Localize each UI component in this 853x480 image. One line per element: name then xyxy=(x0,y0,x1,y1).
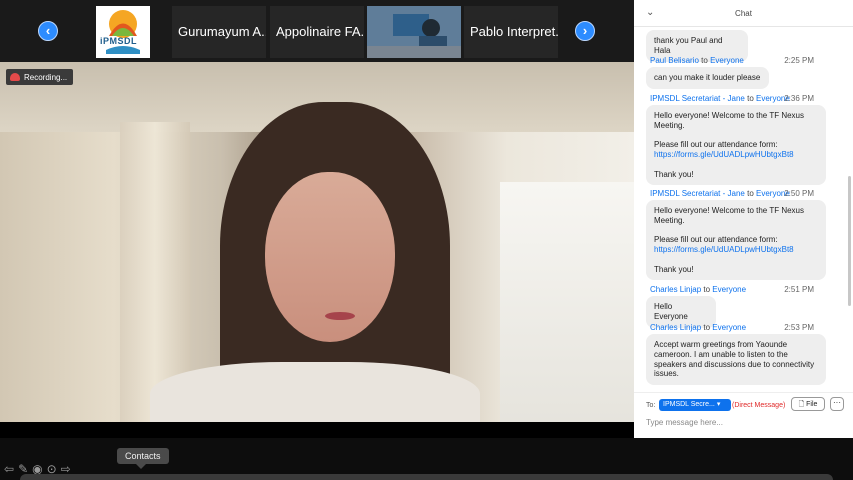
active-speaker-video: Recording... xyxy=(0,62,634,422)
participant-tile[interactable]: Gurumayum A... xyxy=(172,6,266,58)
message-text: Thank you! xyxy=(654,264,694,274)
chat-message-input[interactable] xyxy=(646,415,836,429)
message-sender[interactable]: Charles Linjap xyxy=(650,323,701,332)
file-button[interactable]: 🗋 File xyxy=(791,397,825,411)
participant-tile-logo[interactable]: iPMSDL xyxy=(96,6,150,58)
chat-message-meta: Charles Linjap to Everyone xyxy=(650,285,746,294)
participant-name: Appolinaire FA... xyxy=(276,24,364,39)
speaker-lips xyxy=(325,312,355,320)
participant-tile[interactable]: Appolinaire FA... xyxy=(270,6,364,58)
message-to: to xyxy=(747,94,754,103)
message-timestamp: 2:36 PM xyxy=(784,94,814,103)
video-background-window xyxy=(500,182,634,422)
ellipsis-icon: ··· xyxy=(833,398,841,407)
caret-down-icon: ▾ xyxy=(716,401,721,408)
chat-panel: ⌄ Chat thank you Paul and Hala Paul Beli… xyxy=(634,0,853,438)
application-dock[interactable] xyxy=(20,474,833,480)
message-sender[interactable]: IPMSDL Secretariat - Jane xyxy=(650,94,745,103)
contacts-tooltip: Contacts xyxy=(117,448,169,464)
recording-label: Recording... xyxy=(24,72,68,82)
bottom-bar: ⇦ ✎ ◉ ⊙ ⇨ Contacts xyxy=(0,438,853,480)
next-page-button[interactable]: › xyxy=(575,21,595,41)
speaker-body xyxy=(150,362,480,422)
chat-message-list[interactable]: thank you Paul and Hala Paul Belisario t… xyxy=(634,26,853,391)
chat-message-bubble: Hello everyone! Welcome to the TF Nexus … xyxy=(646,200,826,280)
message-timestamp: 2:51 PM xyxy=(784,285,814,294)
recipient-value: IPMSDL Secre... xyxy=(663,401,715,408)
message-recipient: Everyone xyxy=(710,56,744,65)
more-options-button[interactable]: ··· xyxy=(830,397,844,411)
logo-text: iPMSDL xyxy=(100,36,138,46)
message-text: Thank you! xyxy=(654,169,694,179)
message-recipient: Everyone xyxy=(712,323,747,332)
message-recipient: Everyone xyxy=(712,285,747,294)
chat-message-bubble: Accept warm greetings from Yaounde camer… xyxy=(646,334,826,385)
participant-strip: ‹ iPMSDL Gurumayum A... Appolinaire FA..… xyxy=(0,0,634,62)
tooltip-arrow xyxy=(136,464,146,469)
file-button-label: File xyxy=(806,401,818,408)
chat-message-bubble: Hello everyone! Welcome to the TF Nexus … xyxy=(646,105,826,185)
message-sender[interactable]: IPMSDL Secretariat - Jane xyxy=(650,189,745,198)
cloud-record-icon xyxy=(10,73,20,81)
recipient-dropdown[interactable]: IPMSDL Secre... ▾ xyxy=(659,399,731,411)
participant-tile[interactable]: Pablo Interpret... xyxy=(464,6,558,58)
chat-message-meta: IPMSDL Secretariat - Jane to Everyone xyxy=(650,189,790,198)
chat-message-meta: IPMSDL Secretariat - Jane to Everyone xyxy=(650,94,790,103)
direct-message-label: (Direct Message) xyxy=(732,402,786,409)
back-arrow-icon[interactable]: ⇦ xyxy=(4,462,14,476)
file-icon: 🗋 xyxy=(798,401,805,408)
video-footer-bar xyxy=(0,422,634,438)
message-to: to xyxy=(747,189,754,198)
message-to: to xyxy=(703,285,711,294)
message-timestamp: 2:25 PM xyxy=(784,56,814,65)
participant-tile-video[interactable] xyxy=(367,6,461,58)
recording-indicator[interactable]: Recording... xyxy=(6,69,74,85)
attendance-form-link[interactable]: https://forms.gle/UdUADLpwHUbtgxBt8 xyxy=(654,245,794,254)
chat-title: Chat xyxy=(735,9,752,18)
participant-video-thumbnail xyxy=(367,6,461,58)
chat-header: ⌄ Chat xyxy=(634,0,853,27)
chat-scrollbar[interactable] xyxy=(848,176,851,306)
message-to: to xyxy=(701,56,708,65)
message-sender[interactable]: Charles Linjap xyxy=(650,285,701,294)
attendance-form-link[interactable]: https://forms.gle/UdUADLpwHUbtgxBt8 xyxy=(654,150,794,159)
organization-logo-icon xyxy=(106,10,140,54)
chat-message-bubble: can you make it louder please xyxy=(646,67,769,89)
participant-name: Pablo Interpret... xyxy=(470,24,558,39)
message-timestamp: 2:53 PM xyxy=(784,323,814,332)
to-label: To: xyxy=(646,402,656,409)
message-text: Hello everyone! Welcome to the TF Nexus … xyxy=(654,111,804,150)
message-timestamp: 2:50 PM xyxy=(784,189,814,198)
chevron-right-icon: › xyxy=(582,23,588,38)
participant-name: Gurumayum A... xyxy=(178,24,266,39)
chevron-left-icon: ‹ xyxy=(45,23,51,38)
prev-page-button[interactable]: ‹ xyxy=(38,21,58,41)
chat-message-meta: Charles Linjap to Everyone xyxy=(650,323,746,332)
message-text: Hello everyone! Welcome to the TF Nexus … xyxy=(654,206,804,245)
chat-composer: To: IPMSDL Secre... ▾ (Direct Message) 🗋… xyxy=(634,392,853,439)
message-sender[interactable]: Paul Belisario xyxy=(650,56,699,65)
chat-message-meta: Paul Belisario to Everyone xyxy=(650,56,744,65)
message-to: to xyxy=(703,323,711,332)
